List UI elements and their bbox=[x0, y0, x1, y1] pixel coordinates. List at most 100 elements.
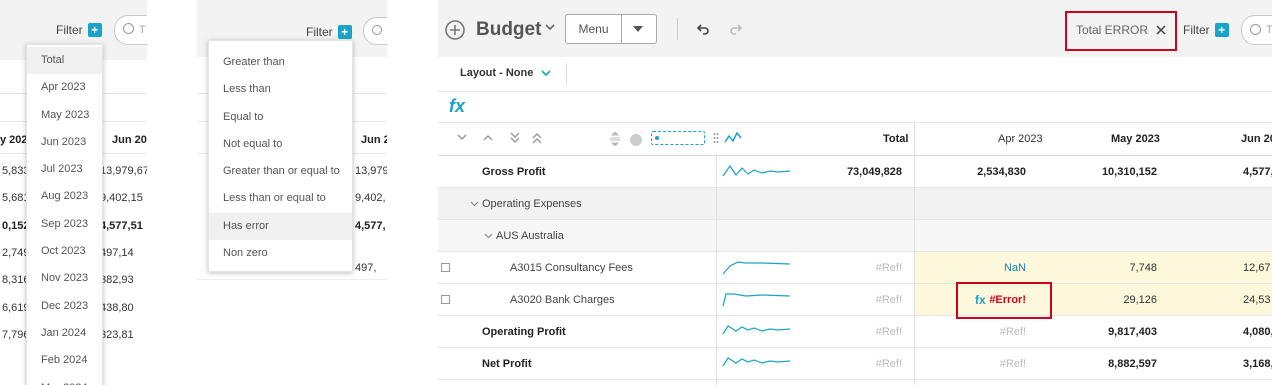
menu-item-12[interactable]: Mar 2024 bbox=[27, 375, 102, 385]
menu-item-1[interactable]: Apr 2023 bbox=[27, 74, 102, 101]
jun-cell: 12,67 bbox=[1243, 262, 1271, 274]
spacing-toggle[interactable] bbox=[651, 131, 705, 145]
total-cell: #Ref! bbox=[875, 358, 902, 370]
menu-item-4[interactable]: Jul 2023 bbox=[27, 156, 102, 183]
main-search-input[interactable]: T bbox=[1241, 15, 1272, 45]
menu-item-11[interactable]: Feb 2024 bbox=[27, 347, 102, 374]
col-header-jun[interactable]: Jun 202 bbox=[1241, 133, 1272, 145]
table-row[interactable]: Operating Expenses bbox=[438, 188, 1272, 220]
value-cell: 13,979,67 bbox=[100, 165, 147, 177]
apr-cell: #Ref! bbox=[999, 326, 1026, 338]
undo-icon[interactable] bbox=[696, 22, 710, 36]
add-filter-icon[interactable]: + bbox=[87, 23, 102, 37]
total-cell: 73,049,828 bbox=[846, 166, 902, 178]
may-cell: 10,310,152 bbox=[1101, 166, 1157, 178]
panel-column-filter: Filter + T y 202 Jun 20 5,833 5,681 0,152 2… bbox=[0, 0, 147, 385]
row-label: Net Profit bbox=[482, 358, 532, 370]
budget-app-icon bbox=[445, 20, 465, 40]
value-cell: 9,402, bbox=[355, 192, 386, 205]
menu-item-8[interactable]: Nov 2023 bbox=[27, 265, 102, 292]
value-cell: 4,577, bbox=[355, 219, 386, 232]
add-filter-icon[interactable]: + bbox=[1214, 23, 1229, 37]
table-row[interactable]: AUS Australia bbox=[438, 220, 1272, 252]
error-cell-highlight bbox=[956, 282, 1052, 319]
condition-item-5[interactable]: Less than or equal to bbox=[209, 185, 352, 212]
table-row[interactable]: Net Profit #Ref! #Ref! 8,882,597 3,168,2 bbox=[438, 348, 1272, 380]
formula-bar-fx-icon[interactable]: fx bbox=[449, 96, 465, 117]
redo-icon[interactable] bbox=[729, 22, 743, 36]
apr-cell: 2,534,830 bbox=[977, 166, 1026, 178]
may-cell: 9,817,403 bbox=[1108, 326, 1157, 338]
expand-chevron-up-icon[interactable] bbox=[483, 134, 493, 141]
row-height-icon[interactable] bbox=[609, 132, 621, 146]
row-collapse-chevron-icon[interactable] bbox=[470, 198, 479, 210]
row-label: A3015 Consultancy Fees bbox=[510, 262, 633, 274]
may-cell: 7,748 bbox=[1129, 262, 1157, 274]
jun-cell: 3,168,2 bbox=[1243, 358, 1272, 370]
apr-cell: #Ref! bbox=[999, 358, 1026, 370]
row-collapse-chevron-icon[interactable] bbox=[484, 230, 493, 242]
value-cell: 13,979,( bbox=[355, 165, 387, 177]
drag-handle-icon[interactable] bbox=[713, 132, 719, 144]
jun-cell: 4,577,5 bbox=[1243, 166, 1272, 178]
condition-dropdown: Greater than Less than Equal to Not equal t… bbox=[208, 40, 353, 272]
add-filter-icon[interactable]: + bbox=[337, 25, 352, 39]
condition-item-6[interactable]: Has error bbox=[209, 212, 352, 241]
layout-selector[interactable]: Layout - None bbox=[460, 67, 551, 79]
menu-caret-icon[interactable] bbox=[622, 15, 656, 43]
sparkline-chart bbox=[722, 164, 791, 177]
layout-label: Layout - None bbox=[460, 67, 534, 79]
menu-item-0[interactable]: Total bbox=[27, 47, 102, 75]
page-title[interactable]: Budget bbox=[476, 19, 541, 41]
collapse-chevron-down-icon[interactable] bbox=[457, 134, 467, 141]
condition-list: Greater than Less than Equal to Not equal t… bbox=[209, 41, 352, 267]
row-select-checkbox[interactable] bbox=[441, 295, 450, 304]
menu-label: Menu bbox=[566, 15, 622, 43]
jun-cell: 24,53 bbox=[1243, 294, 1271, 306]
layout-chevron-down-icon bbox=[541, 69, 551, 76]
filter-chip[interactable]: Total ERROR bbox=[1076, 20, 1166, 40]
condition-item-4[interactable]: Greater than or equal to bbox=[209, 158, 352, 185]
main-filter-button[interactable]: Filter + bbox=[1183, 22, 1229, 38]
table-row[interactable]: A3015 Consultancy Fees #Ref! NaN 7,748 12,67 bbox=[438, 252, 1272, 284]
panel2-search-input[interactable] bbox=[363, 17, 387, 45]
collapse-all-icon[interactable] bbox=[510, 132, 520, 144]
menu-item-6[interactable]: Sep 2023 bbox=[27, 211, 102, 238]
panel1-filter-button[interactable]: Filter + bbox=[56, 22, 102, 38]
row-label: A3020 Bank Charges bbox=[510, 294, 615, 306]
search-icon bbox=[123, 23, 134, 34]
menu-item-10[interactable]: Jan 2024 bbox=[27, 320, 102, 347]
table-row[interactable]: A3020 Bank Charges #Ref! #Error! fx 29,126 24… bbox=[438, 284, 1272, 316]
sparkline-toggle-icon[interactable] bbox=[724, 132, 742, 144]
value-cell: 438,80 bbox=[100, 301, 134, 314]
menu-item-3[interactable]: Jun 2023 bbox=[27, 129, 102, 156]
col-header-left: y 202 bbox=[0, 134, 28, 146]
col-header-jun: Jun 20 bbox=[112, 134, 147, 146]
title-chevron-down-icon[interactable] bbox=[545, 22, 555, 32]
menu-item-9[interactable]: Dec 2023 bbox=[27, 293, 102, 320]
col-header-apr[interactable]: Apr 2023 bbox=[998, 133, 1043, 145]
condition-item-7[interactable]: Non zero bbox=[209, 240, 352, 267]
menu-item-5[interactable]: Aug 2023 bbox=[27, 183, 102, 210]
condition-item-1[interactable]: Less than bbox=[209, 76, 352, 103]
menu-button[interactable]: Menu bbox=[565, 14, 657, 44]
condition-item-3[interactable]: Not equal to bbox=[209, 131, 352, 158]
table-row[interactable]: Operating Profit #Ref! #Ref! 9,817,403 4,080… bbox=[438, 316, 1272, 348]
expand-all-icon[interactable] bbox=[532, 132, 542, 144]
condition-item-2[interactable]: Equal to bbox=[209, 104, 352, 131]
menu-item-2[interactable]: May 2023 bbox=[27, 102, 102, 129]
search-icon bbox=[1250, 24, 1261, 35]
col-header-may[interactable]: May 2023 bbox=[1111, 133, 1160, 145]
globe-icon[interactable] bbox=[630, 134, 642, 146]
menu-item-7[interactable]: Oct 2023 bbox=[27, 238, 102, 265]
panel1-search-input[interactable]: T bbox=[114, 15, 147, 45]
row-select-checkbox[interactable] bbox=[441, 263, 450, 272]
may-cell: 8,882,597 bbox=[1108, 358, 1157, 370]
panel2-filter-button[interactable]: Filter + bbox=[306, 24, 352, 40]
filter-label: Filter bbox=[56, 23, 83, 37]
table-row[interactable]: Gross Profit 73,049,828 2,534,830 10,310,15… bbox=[438, 156, 1272, 188]
condition-item-0[interactable]: Greater than bbox=[209, 49, 352, 76]
grid-header-tools bbox=[438, 123, 742, 155]
remove-filter-close-icon[interactable] bbox=[1156, 25, 1166, 35]
col-header-total[interactable]: Total bbox=[883, 133, 908, 145]
